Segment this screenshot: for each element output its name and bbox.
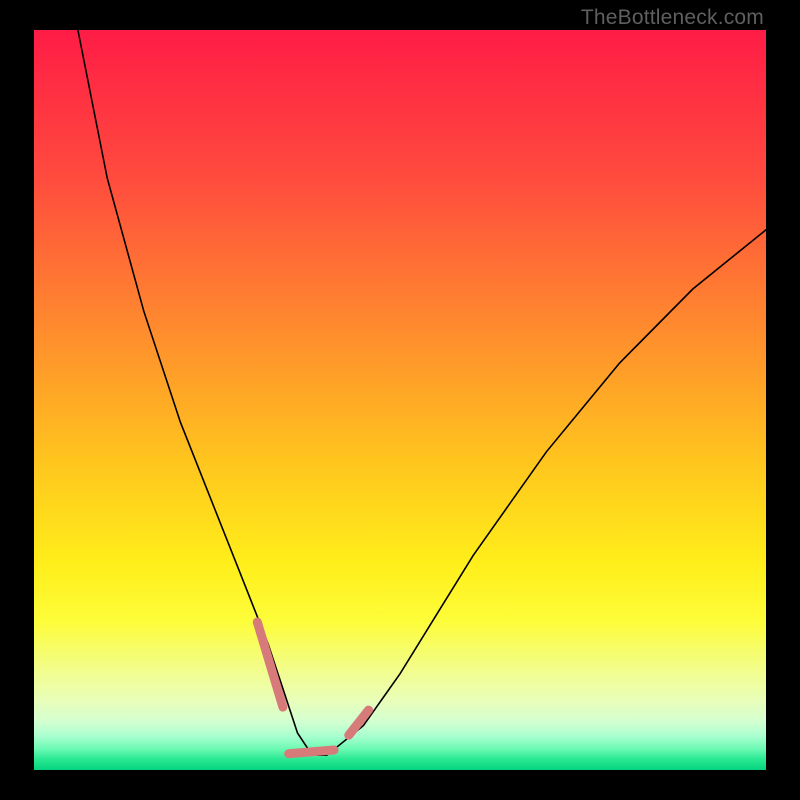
- watermark-text: TheBottleneck.com: [581, 6, 764, 30]
- highlight-bottom: [289, 750, 334, 754]
- chart-plot-area: [34, 30, 766, 770]
- bottleneck-curve: [78, 30, 766, 755]
- highlight-left: [257, 622, 283, 707]
- chart-lines: [34, 30, 766, 770]
